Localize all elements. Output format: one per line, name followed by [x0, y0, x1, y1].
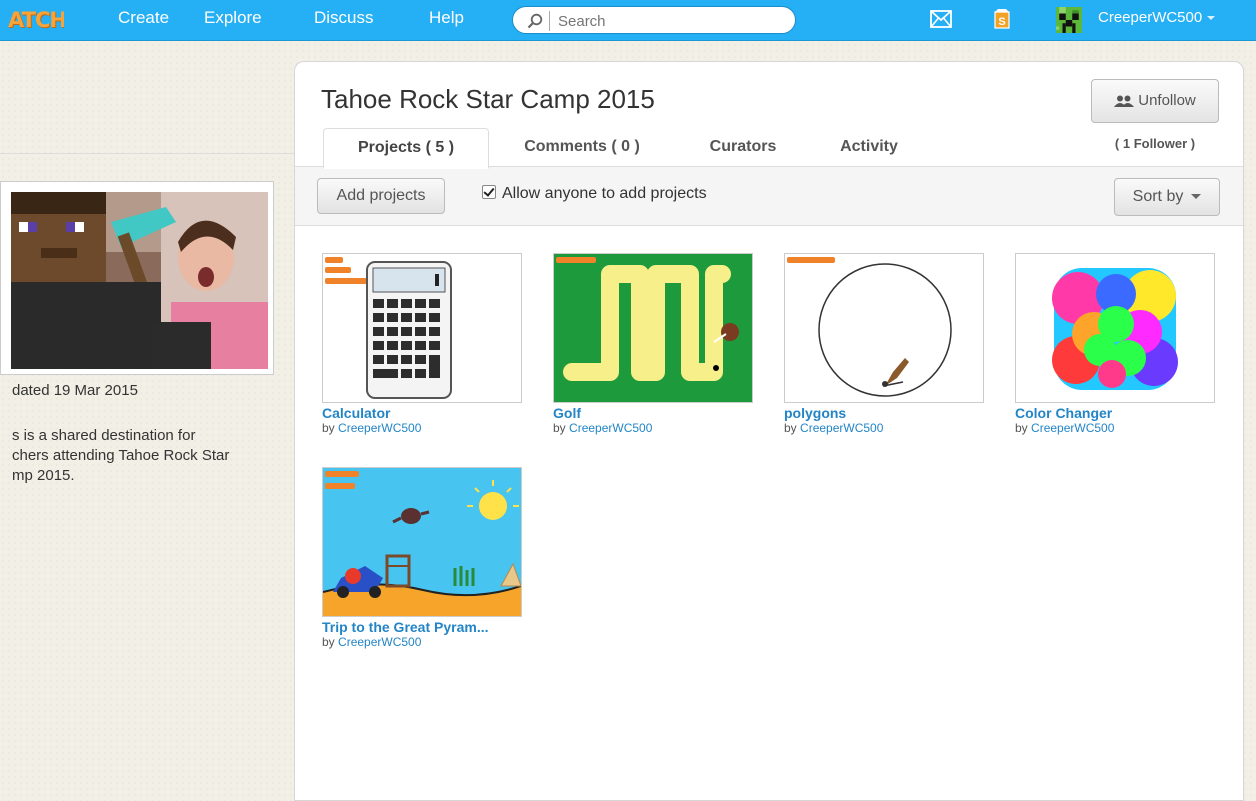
nav-explore[interactable]: Explore — [204, 0, 262, 40]
project-card-golf[interactable]: Golf by CreeperWC500 — [553, 253, 753, 435]
by-label: by — [553, 421, 566, 435]
calculator-thumbnail-image — [325, 257, 452, 399]
project-thumbnail[interactable] — [784, 253, 984, 403]
project-byline: by CreeperWC500 — [553, 421, 753, 435]
studio-photo-image — [11, 192, 268, 369]
allow-anyone-label: Allow anyone to add projects — [502, 185, 707, 202]
description-line: chers attending Tahoe Rock Star — [12, 447, 230, 464]
trip-thumbnail-image — [323, 468, 521, 616]
chevron-down-icon — [1191, 194, 1202, 200]
allow-anyone-checkbox[interactable] — [482, 185, 496, 199]
project-title[interactable]: polygons — [784, 405, 984, 421]
project-card-calculator[interactable]: Calculator by CreeperWC500 — [322, 253, 522, 435]
allow-anyone-option[interactable]: Allow anyone to add projects — [482, 185, 707, 203]
left-divider — [0, 153, 294, 154]
color-changer-thumbnail-image — [1052, 268, 1178, 390]
project-author-link[interactable]: CreeperWC500 — [569, 421, 652, 435]
tab-curators[interactable]: Curators — [693, 128, 793, 166]
project-title[interactable]: Trip to the Great Pyram... — [322, 619, 522, 635]
top-navigation-bar: ATCH Create Explore Discuss Help Search … — [0, 0, 1256, 41]
tab-activity[interactable]: Activity — [821, 128, 917, 166]
description-line: mp 2015. — [12, 467, 75, 484]
by-label: by — [784, 421, 797, 435]
avatar[interactable] — [1056, 7, 1082, 33]
golf-thumbnail-image — [554, 254, 752, 402]
chevron-down-icon — [1207, 16, 1216, 21]
studio-thumbnail — [0, 181, 274, 375]
nav-create[interactable]: Create — [118, 0, 169, 40]
unfollow-label: Unfollow — [1138, 92, 1196, 109]
by-label: by — [1015, 421, 1028, 435]
project-thumbnail[interactable] — [322, 467, 522, 617]
nav-help[interactable]: Help — [429, 0, 464, 40]
project-byline: by CreeperWC500 — [322, 635, 522, 649]
account-menu[interactable]: CreeperWC500 — [1098, 0, 1216, 40]
unfollow-button[interactable]: Unfollow — [1091, 79, 1219, 123]
username-label: CreeperWC500 — [1098, 9, 1203, 26]
people-icon — [1114, 95, 1135, 108]
search-box[interactable] — [512, 6, 796, 34]
svg-text:S: S — [998, 16, 1005, 28]
project-card-trip-to-the-great-pyramids[interactable]: Trip to the Great Pyram... by CreeperWC5… — [322, 467, 522, 649]
project-author-link[interactable]: CreeperWC500 — [338, 635, 421, 649]
polygons-thumbnail-image — [787, 257, 952, 397]
project-byline: by CreeperWC500 — [784, 421, 984, 435]
project-thumbnail[interactable] — [1015, 253, 1215, 403]
description-line: s is a shared destination for — [12, 427, 196, 444]
project-thumbnail[interactable] — [553, 253, 753, 403]
updated-date: dated 19 Mar 2015 — [12, 382, 138, 399]
sort-by-dropdown[interactable]: Sort by — [1114, 178, 1220, 216]
add-projects-button[interactable]: Add projects — [317, 178, 445, 214]
creeper-avatar-icon — [1056, 7, 1082, 33]
search-input[interactable] — [549, 11, 790, 31]
project-title[interactable]: Golf — [553, 405, 753, 421]
project-thumbnail[interactable] — [322, 253, 522, 403]
sort-by-label: Sort by — [1132, 188, 1184, 205]
project-byline: by CreeperWC500 — [322, 421, 522, 435]
project-author-link[interactable]: CreeperWC500 — [800, 421, 883, 435]
studio-panel: Tahoe Rock Star Camp 2015 Unfollow ( 1 F… — [294, 61, 1244, 801]
page-title: Tahoe Rock Star Camp 2015 — [321, 84, 655, 114]
project-title[interactable]: Color Changer — [1015, 405, 1215, 421]
project-card-color-changer[interactable]: Color Changer by CreeperWC500 — [1015, 253, 1215, 435]
search-icon — [527, 13, 543, 29]
messages-icon[interactable] — [930, 10, 952, 28]
by-label: by — [322, 635, 335, 649]
project-card-polygons[interactable]: polygons by CreeperWC500 — [784, 253, 984, 435]
nav-discuss[interactable]: Discuss — [314, 0, 374, 40]
by-label: by — [322, 421, 335, 435]
project-byline: by CreeperWC500 — [1015, 421, 1215, 435]
project-author-link[interactable]: CreeperWC500 — [338, 421, 421, 435]
scratch-logo[interactable]: ATCH — [8, 6, 64, 34]
tab-comments[interactable]: Comments ( 0 ) — [507, 128, 657, 166]
project-title[interactable]: Calculator — [322, 405, 522, 421]
project-author-link[interactable]: CreeperWC500 — [1031, 421, 1114, 435]
project-toolbar: Add projects Allow anyone to add project… — [295, 167, 1243, 226]
tab-projects[interactable]: Projects ( 5 ) — [323, 128, 489, 169]
my-stuff-icon[interactable]: S — [992, 8, 1012, 30]
studio-description: s is a shared destination for chers atte… — [12, 426, 274, 486]
follower-count: ( 1 Follower ) — [1114, 136, 1196, 151]
